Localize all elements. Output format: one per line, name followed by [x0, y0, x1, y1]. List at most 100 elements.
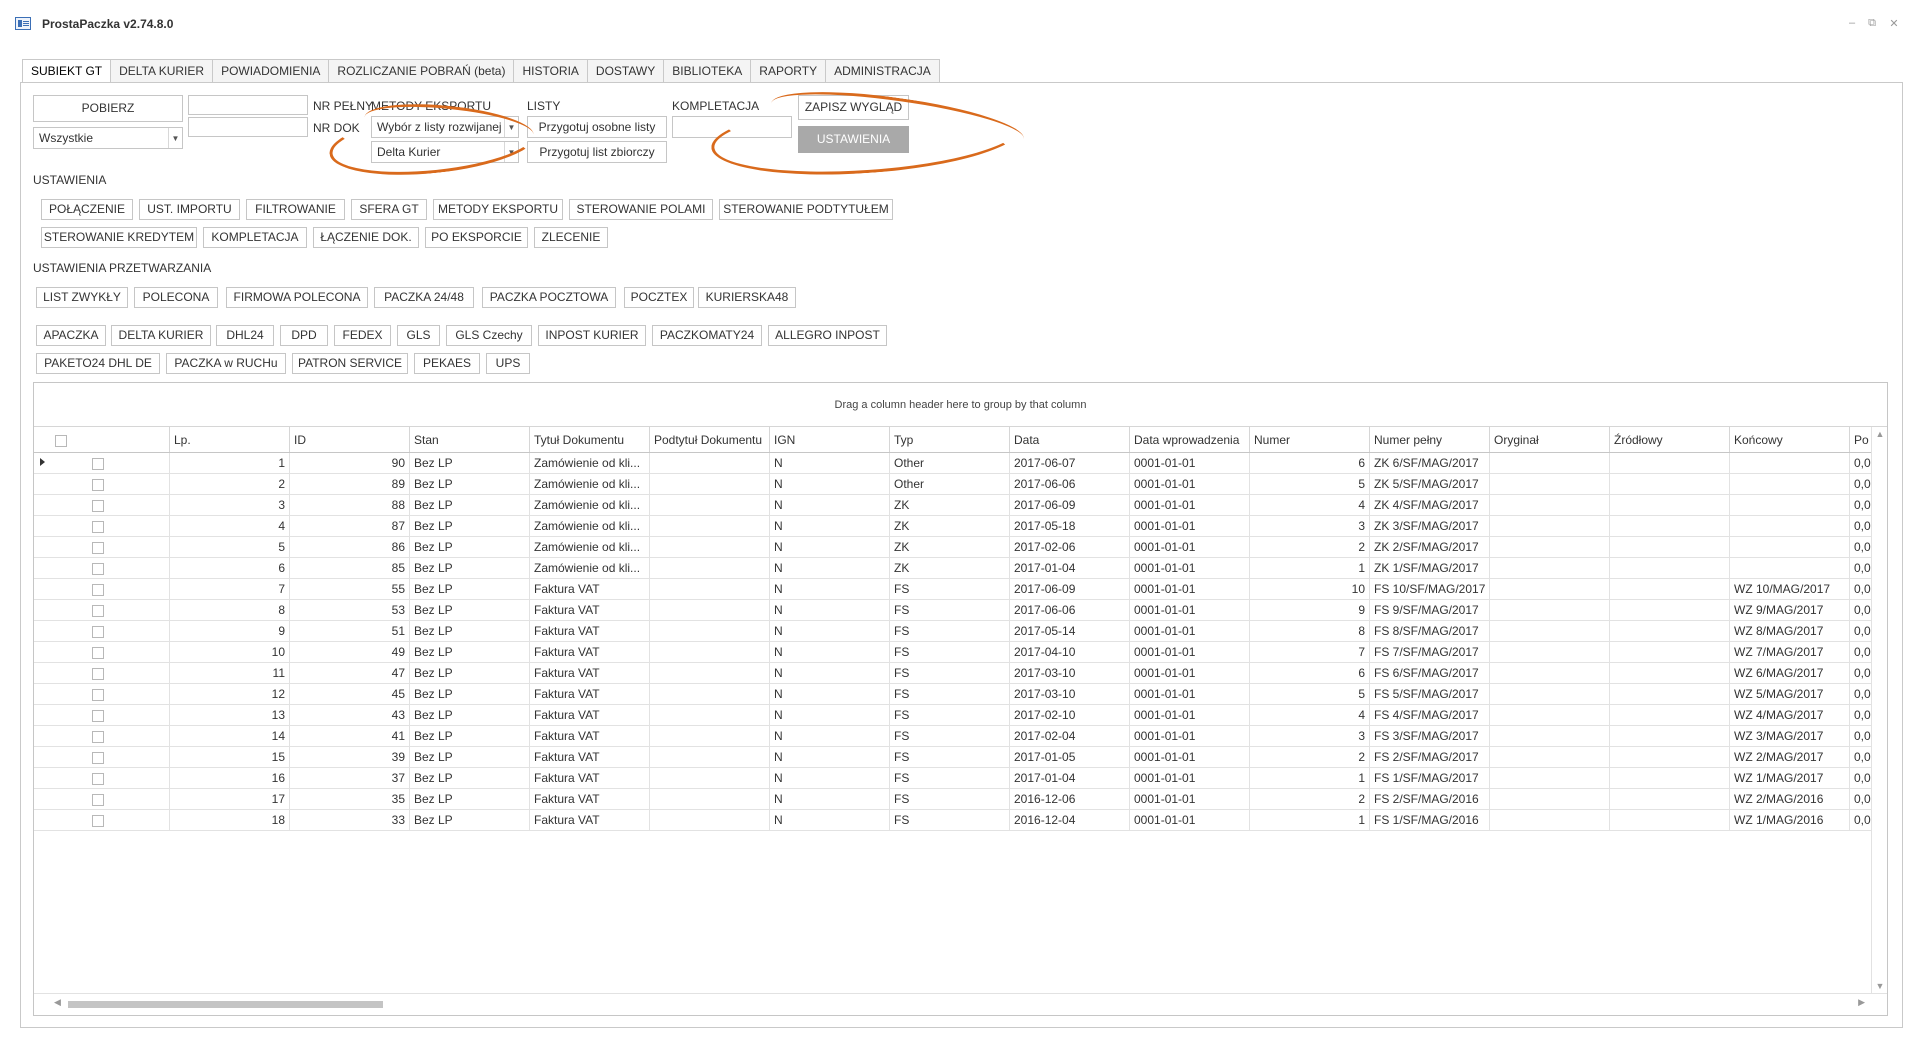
row-checkbox[interactable] — [92, 667, 104, 680]
row-checkbox[interactable] — [92, 499, 104, 512]
paczka-24-48-button[interactable]: PACZKA 24/48 — [374, 287, 474, 308]
tab-historia[interactable]: HISTORIA — [514, 59, 588, 83]
close-icon[interactable]: ✕ — [1886, 17, 1902, 30]
column-header-stan[interactable]: Stan — [410, 427, 530, 452]
filtrowanie-button[interactable]: FILTROWANIE — [246, 199, 345, 220]
table-row[interactable]: 12 45 Bez LP Faktura VAT N FS 2017-03-10 0001-0… — [34, 684, 1871, 705]
table-row[interactable]: 10 49 Bez LP Faktura VAT N FS 2017-04-10 0001-0… — [34, 642, 1871, 663]
scroll-up-icon[interactable]: ▲ — [1872, 429, 1888, 439]
row-checkbox[interactable] — [92, 709, 104, 722]
select-all-checkbox[interactable] — [55, 434, 67, 447]
fedex-button[interactable]: FEDEX — [334, 325, 391, 346]
kompletacja-settings-button[interactable]: KOMPLETACJA — [203, 227, 307, 248]
horizontal-scrollbar[interactable]: ◀ ▶ — [34, 993, 1887, 1015]
row-checkbox[interactable] — [92, 541, 104, 554]
tab-subiekt-gt[interactable]: SUBIEKT GT — [22, 59, 112, 83]
ups-button[interactable]: UPS — [486, 353, 530, 374]
kurierska48-button[interactable]: KURIERSKA48 — [698, 287, 796, 308]
column-header-data[interactable]: Data — [1010, 427, 1130, 452]
scroll-left-icon[interactable]: ◀ — [54, 997, 61, 1008]
group-by-panel[interactable]: Drag a column header here to group by th… — [34, 383, 1887, 427]
tab-biblioteka[interactable]: BIBLIOTEKA — [664, 59, 752, 83]
row-checkbox[interactable] — [92, 646, 104, 659]
column-header-numer-pelny[interactable]: Numer pełny — [1370, 427, 1490, 452]
table-row[interactable]: 5 86 Bez LP Zamówienie od kli... N ZK 2017-02-… — [34, 537, 1871, 558]
table-row[interactable]: 17 35 Bez LP Faktura VAT N FS 2016-12-06 0001-0… — [34, 789, 1871, 810]
vertical-scrollbar[interactable]: ▲ ▼ — [1871, 427, 1887, 993]
ust-importu-button[interactable]: UST. IMPORTU — [139, 199, 240, 220]
tab-rozliczanie-pobran[interactable]: ROZLICZANIE POBRAŃ (beta) — [329, 59, 515, 83]
row-checkbox[interactable] — [92, 814, 104, 827]
apaczka-button[interactable]: APACZKA — [36, 325, 106, 346]
table-row[interactable]: 2 89 Bez LP Zamówienie od kli... N Other 2017-… — [34, 474, 1871, 495]
polaczenie-button[interactable]: POŁĄCZENIE — [41, 199, 133, 220]
minimize-icon[interactable]: – — [1844, 17, 1860, 29]
zlecenie-button[interactable]: ZLECENIE — [534, 227, 608, 248]
column-header-zrodlowy[interactable]: Źródłowy — [1610, 427, 1730, 452]
row-checkbox[interactable] — [92, 751, 104, 764]
row-checkbox[interactable] — [92, 625, 104, 638]
inpost-kurier-button[interactable]: INPOST KURIER — [538, 325, 646, 346]
column-header-typ[interactable]: Typ — [890, 427, 1010, 452]
paketo24-dhl-de-button[interactable]: PAKETO24 DHL DE — [36, 353, 160, 374]
column-header-koncowy[interactable]: Końcowy — [1730, 427, 1850, 452]
row-checkbox[interactable] — [92, 688, 104, 701]
column-header-id[interactable]: ID — [290, 427, 410, 452]
polecona-button[interactable]: POLECONA — [134, 287, 218, 308]
filter-select[interactable]: Wszystkie ▼ — [33, 127, 183, 149]
tab-delta-kurier[interactable]: DELTA KURIER — [111, 59, 214, 83]
table-row[interactable]: 13 43 Bez LP Faktura VAT N FS 2017-02-10 0001-0… — [34, 705, 1871, 726]
pobierz-button[interactable]: POBIERZ — [33, 95, 183, 122]
table-row[interactable]: 3 88 Bez LP Zamówienie od kli... N ZK 2017-06-… — [34, 495, 1871, 516]
sterowanie-podtytulem-button[interactable]: STEROWANIE PODTYTUŁEM — [719, 199, 893, 220]
patron-service-button[interactable]: PATRON SERVICE — [292, 353, 408, 374]
przygotuj-list-zbiorczy-button[interactable]: Przygotuj list zbiorczy — [527, 141, 667, 163]
row-checkbox[interactable] — [92, 793, 104, 806]
sterowanie-kredytem-button[interactable]: STEROWANIE KREDYTEM — [41, 227, 197, 248]
nr-dok-input[interactable] — [188, 117, 308, 137]
restore-icon[interactable]: ⧉ — [1864, 17, 1880, 30]
dhl24-button[interactable]: DHL24 — [216, 325, 274, 346]
table-row[interactable]: 1 90 Bez LP Zamówienie od kli... N Other 2017-… — [34, 453, 1871, 474]
row-checkbox[interactable] — [92, 730, 104, 743]
po-eksporcie-button[interactable]: PO EKSPORCIE — [425, 227, 528, 248]
list-zwykly-button[interactable]: LIST ZWYKŁY — [36, 287, 128, 308]
laczenie-dok-button[interactable]: ŁĄCZENIE DOK. — [313, 227, 419, 248]
tab-raporty[interactable]: RAPORTY — [751, 59, 827, 83]
table-row[interactable]: 8 53 Bez LP Faktura VAT N FS 2017-06-06 0001-01… — [34, 600, 1871, 621]
table-row[interactable]: 14 41 Bez LP Faktura VAT N FS 2017-02-04 0001-0… — [34, 726, 1871, 747]
pekaes-button[interactable]: PEKAES — [414, 353, 480, 374]
column-header-ign[interactable]: IGN — [770, 427, 890, 452]
dpd-button[interactable]: DPD — [280, 325, 328, 346]
row-checkbox[interactable] — [92, 772, 104, 785]
column-header-po[interactable]: Po — [1850, 427, 1871, 452]
column-header-data-wprowadzenia[interactable]: Data wprowadzenia — [1130, 427, 1250, 452]
table-row[interactable]: 18 33 Bez LP Faktura VAT N FS 2016-12-04 0001-0… — [34, 810, 1871, 831]
table-row[interactable]: 7 55 Bez LP Faktura VAT N FS 2017-06-09 0001-01… — [34, 579, 1871, 600]
table-row[interactable]: 4 87 Bez LP Zamówienie od kli... N ZK 2017-05-… — [34, 516, 1871, 537]
table-row[interactable]: 11 47 Bez LP Faktura VAT N FS 2017-03-10 0001-0… — [34, 663, 1871, 684]
paczka-pocztowa-button[interactable]: PACZKA POCZTOWA — [482, 287, 616, 308]
tab-powiadomienia[interactable]: POWIADOMIENIA — [213, 59, 330, 83]
row-checkbox[interactable] — [92, 604, 104, 617]
table-row[interactable]: 16 37 Bez LP Faktura VAT N FS 2017-01-04 0001-0… — [34, 768, 1871, 789]
gls-button[interactable]: GLS — [397, 325, 440, 346]
scroll-right-icon[interactable]: ▶ — [1858, 997, 1865, 1008]
column-header-numer[interactable]: Numer — [1250, 427, 1370, 452]
tab-administracja[interactable]: ADMINISTRACJA — [826, 59, 940, 83]
gls-czechy-button[interactable]: GLS Czechy — [446, 325, 532, 346]
horizontal-scroll-thumb[interactable] — [68, 1001, 383, 1008]
row-checkbox[interactable] — [92, 562, 104, 575]
sterowanie-polami-button[interactable]: STEROWANIE POLAMI — [569, 199, 713, 220]
paczka-w-ruchu-button[interactable]: PACZKA w RUCHu — [166, 353, 286, 374]
table-row[interactable]: 6 85 Bez LP Zamówienie od kli... N ZK 2017-01-… — [34, 558, 1871, 579]
delta-kurier-button[interactable]: DELTA KURIER — [111, 325, 211, 346]
przygotuj-osobne-listy-button[interactable]: Przygotuj osobne listy — [527, 116, 667, 138]
table-row[interactable]: 9 51 Bez LP Faktura VAT N FS 2017-05-14 0001-01… — [34, 621, 1871, 642]
column-header-tytul[interactable]: Tytuł Dokumentu — [530, 427, 650, 452]
allegro-inpost-button[interactable]: ALLEGRO INPOST — [768, 325, 887, 346]
firmowa-polecona-button[interactable]: FIRMOWA POLECONA — [226, 287, 368, 308]
column-header-lp[interactable]: Lp. — [170, 427, 290, 452]
metody-eksportu-settings-button[interactable]: METODY EKSPORTU — [433, 199, 563, 220]
tab-dostawy[interactable]: DOSTAWY — [587, 59, 665, 83]
